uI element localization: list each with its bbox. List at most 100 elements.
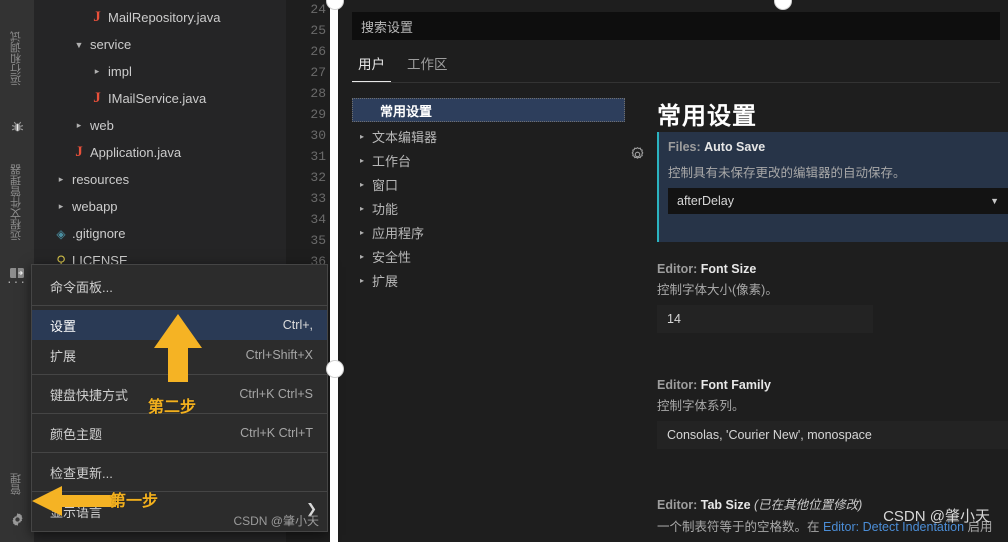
tree-item-gitignore[interactable]: ◈ .gitignore: [34, 220, 304, 247]
settings-category-label: 工作台: [372, 153, 412, 169]
chevron-right-icon[interactable]: ▸: [70, 120, 88, 131]
menu-item-label: 颜色主题: [50, 426, 103, 442]
settings-detail-pane: 常用设置 Files: Auto Save 控制具有未保存更改的编辑器的自动保存…: [620, 90, 1008, 542]
setting-row-files-auto-save[interactable]: Files: Auto Save 控制具有未保存更改的编辑器的自动保存。 aft…: [657, 132, 1008, 242]
step-one-label: 第一步: [110, 493, 159, 510]
line-number: 29: [310, 107, 326, 122]
tab-user[interactable]: 用户: [352, 50, 391, 82]
setting-input-editor-font-family[interactable]: Consolas, 'Courier New', monospace: [657, 421, 1008, 449]
setting-key-prefix: Editor:: [657, 262, 701, 276]
line-number: 30: [310, 128, 326, 143]
activity-item-run-and-debug-label: 运行和调试: [10, 31, 23, 86]
gear-icon[interactable]: [0, 508, 34, 530]
setting-key-prefix: Editor:: [657, 378, 701, 392]
settings-category-label: 功能: [372, 201, 399, 217]
setting-row-editor-font-family[interactable]: Editor: Font Family 控制字体系列。 Consolas, 'C…: [657, 378, 1008, 449]
setting-gear-icon[interactable]: [629, 146, 647, 164]
menu-separator: [32, 491, 327, 492]
menu-item-label: 设置: [50, 318, 77, 334]
tree-item-service[interactable]: ▼ service: [34, 31, 322, 58]
activity-item-run-and-debug[interactable]: 运行和调试: [0, 6, 34, 111]
chevron-down-icon: ▼: [990, 196, 999, 206]
menu-item-shortcut: Ctrl+,: [282, 318, 313, 332]
selection-handle-middle[interactable]: [326, 360, 344, 378]
chevron-right-icon[interactable]: ▸: [352, 276, 372, 285]
setting-key-editor-font-size: Editor: Font Size: [657, 262, 1008, 276]
settings-category-extensions[interactable]: ▸ 扩展: [352, 268, 597, 292]
settings-category-label: 文本编辑器: [372, 129, 438, 145]
chevron-right-icon[interactable]: ▸: [52, 201, 70, 212]
activity-more-icon[interactable]: ···: [0, 272, 34, 290]
menu-item-label: 检查更新...: [50, 465, 113, 481]
settings-category-label: 扩展: [372, 273, 399, 289]
settings-category-window[interactable]: ▸ 窗口: [352, 172, 597, 196]
line-number: 24: [310, 2, 326, 17]
tree-item-label: Application.java: [90, 145, 182, 160]
setting-key-editor-font-family: Editor: Font Family: [657, 378, 1008, 392]
chevron-right-icon[interactable]: ▸: [352, 252, 372, 261]
setting-row-editor-font-size[interactable]: Editor: Font Size 控制字体大小(像素)。 14: [657, 262, 1008, 333]
menu-item-command-palette[interactable]: 命令面板...: [32, 271, 327, 301]
menu-item-label: 显示语言: [50, 504, 103, 520]
menu-item-shortcut: Ctrl+Shift+X: [245, 348, 313, 362]
settings-search-placeholder: 搜索设置: [361, 19, 414, 35]
settings-category-workbench[interactable]: ▸ 工作台: [352, 148, 597, 172]
line-number: 33: [310, 191, 326, 206]
menu-item-label: 扩展: [50, 348, 77, 364]
app-root: 运行和调试 远程文件管理器 ··· 管理 J MailRepository.ja…: [0, 0, 1008, 542]
tree-item-webapp[interactable]: ▸ webapp: [34, 193, 304, 220]
tree-item-application[interactable]: J Application.java: [34, 139, 322, 166]
menu-watermark: CSDN @肇小天: [233, 514, 319, 528]
settings-search-input[interactable]: 搜索设置: [352, 12, 1000, 40]
chevron-right-icon[interactable]: ▸: [352, 156, 372, 165]
chevron-right-icon[interactable]: ▸: [52, 174, 70, 185]
setting-key-name: Font Size: [700, 262, 757, 276]
setting-key-name: Auto Save: [704, 140, 766, 154]
activity-item-remote-explorer-label: 远程文件管理器: [10, 164, 23, 242]
line-number: 27: [310, 65, 326, 80]
java-file-icon: J: [75, 144, 83, 160]
tree-item-web[interactable]: ▸ web: [34, 112, 322, 139]
setting-input-value: 14: [667, 312, 681, 326]
settings-category-application[interactable]: ▸ 应用程序: [352, 220, 597, 244]
settings-category-commonly-used[interactable]: 常用设置: [352, 98, 625, 122]
git-file-icon: ◈: [56, 226, 66, 241]
setting-input-editor-font-size[interactable]: 14: [657, 305, 873, 333]
tree-item-label: MailRepository.java: [108, 10, 221, 25]
tree-item-label: IMailService.java: [108, 91, 207, 106]
selection-divider[interactable]: [330, 0, 338, 542]
tree-item-resources[interactable]: ▸ resources: [34, 166, 304, 193]
menu-item-check-updates[interactable]: 检查更新...: [32, 457, 327, 487]
settings-scope-tabs: 用户 工作区: [352, 50, 1000, 83]
menu-separator: [32, 452, 327, 453]
settings-category-security[interactable]: ▸ 安全性: [352, 244, 597, 268]
setting-description-editor-font-family: 控制字体系列。: [657, 399, 745, 413]
chevron-right-icon[interactable]: ▸: [352, 228, 372, 237]
menu-item-settings[interactable]: 设置 Ctrl+,: [32, 310, 327, 340]
line-number: 34: [310, 212, 326, 227]
line-number: 25: [310, 23, 326, 38]
chevron-right-icon[interactable]: ▸: [352, 204, 372, 213]
chevron-right-icon[interactable]: ▸: [352, 180, 372, 189]
page-title: 常用设置: [657, 103, 757, 130]
settings-category-label: 安全性: [372, 249, 412, 265]
chevron-right-icon[interactable]: ▸: [352, 132, 372, 141]
settings-category-features[interactable]: ▸ 功能: [352, 196, 597, 220]
bug-icon[interactable]: [0, 115, 34, 137]
chevron-down-icon[interactable]: ▼: [70, 40, 88, 50]
chevron-right-icon[interactable]: ▸: [88, 66, 106, 77]
settings-category-text-editor[interactable]: ▸ 文本编辑器: [352, 124, 597, 148]
activity-item-manage-label-wrap[interactable]: 管理: [0, 462, 34, 506]
setting-dropdown-files-auto-save[interactable]: afterDelay ▼: [668, 188, 1008, 214]
settings-category-label: 窗口: [372, 177, 399, 193]
activity-item-remote-explorer[interactable]: 远程文件管理器: [0, 148, 34, 258]
line-number: 31: [310, 149, 326, 164]
tree-item-label: resources: [72, 172, 130, 187]
menu-item-color-theme[interactable]: 颜色主题 Ctrl+K Ctrl+T: [32, 418, 327, 448]
setting-accent-bar: [657, 132, 659, 242]
line-number: 26: [310, 44, 326, 59]
menu-item-shortcut: Ctrl+K Ctrl+S: [239, 387, 313, 401]
line-number: 28: [310, 86, 326, 101]
menu-item-extensions[interactable]: 扩展 Ctrl+Shift+X: [32, 340, 327, 370]
tab-workspace[interactable]: 工作区: [401, 50, 454, 82]
